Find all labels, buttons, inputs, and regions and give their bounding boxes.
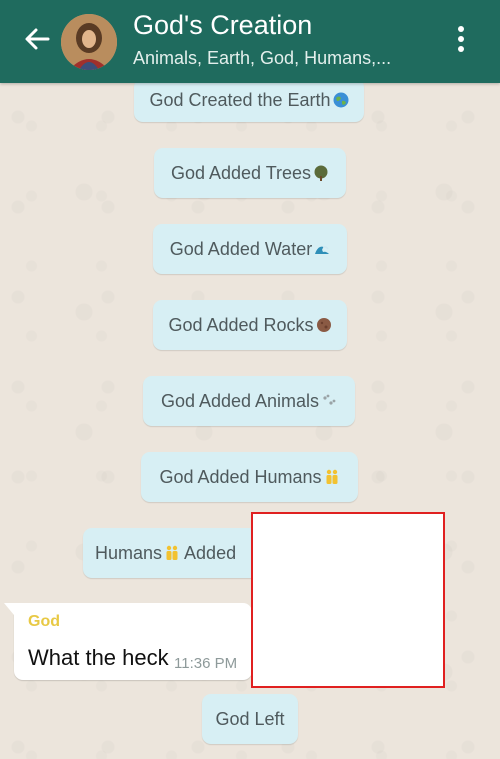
notice-text: God Added Rocks bbox=[168, 314, 314, 335]
chat-header: God's Creation Animals, Earth, God, Huma… bbox=[0, 0, 500, 83]
system-notice: Humans Added bbox=[83, 528, 273, 578]
notice-text: God Added Water bbox=[169, 238, 313, 259]
rock-emoji-icon bbox=[316, 318, 331, 332]
wave-emoji-icon bbox=[315, 246, 330, 254]
notice-text: God Added Humans bbox=[159, 466, 322, 487]
notice-text: Humans bbox=[95, 542, 163, 563]
notice-text: Added bbox=[180, 542, 237, 563]
system-notice: God Added Humans bbox=[141, 452, 358, 502]
people-emoji-icon bbox=[166, 545, 178, 560]
notice-text: God Created the Earth bbox=[149, 89, 331, 110]
back-arrow-icon[interactable] bbox=[22, 24, 52, 54]
notice-text: God Left bbox=[215, 708, 285, 729]
paw-prints-emoji-icon bbox=[323, 394, 336, 405]
redaction-box bbox=[251, 512, 445, 688]
message-sender[interactable]: God bbox=[28, 613, 60, 631]
people-emoji-icon bbox=[326, 469, 338, 484]
group-avatar[interactable] bbox=[61, 14, 117, 70]
more-options-icon[interactable] bbox=[451, 23, 471, 57]
chat-title[interactable]: God's Creation bbox=[133, 10, 312, 41]
message-text: What the heck bbox=[28, 645, 169, 670]
globe-emoji-icon bbox=[333, 92, 349, 108]
incoming-message-bubble[interactable]: God What the heck 11:36 PM bbox=[4, 603, 252, 680]
notice-text: God Added Animals bbox=[160, 390, 320, 411]
system-notice: God Added Trees bbox=[154, 148, 346, 198]
notice-text: God Added Trees bbox=[170, 162, 312, 183]
system-notice: God Added Water bbox=[153, 224, 347, 274]
message-timestamp: 11:36 PM bbox=[174, 655, 238, 672]
system-notice: God Added Animals bbox=[143, 376, 355, 426]
system-notice: God Created the Earth bbox=[134, 78, 364, 122]
chat-participants[interactable]: Animals, Earth, God, Humans,... bbox=[133, 48, 391, 69]
tree-emoji-icon bbox=[314, 165, 328, 181]
system-notice: God Added Rocks bbox=[153, 300, 347, 350]
system-notice: God Left bbox=[202, 694, 298, 744]
